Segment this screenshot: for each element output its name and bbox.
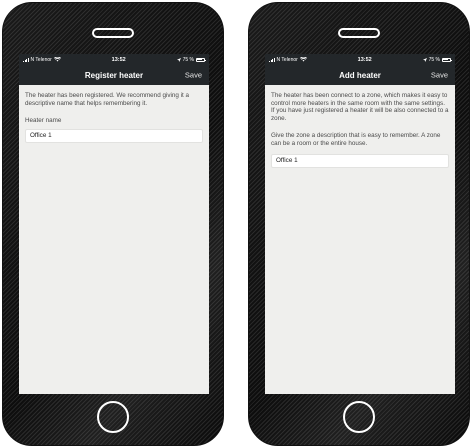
home-button[interactable] xyxy=(343,401,375,433)
wifi-icon xyxy=(53,57,61,62)
page-title: Register heater xyxy=(84,70,144,80)
zone-hint-text: Give the zone a description that is easy… xyxy=(271,132,441,147)
battery-icon xyxy=(195,57,206,62)
save-button[interactable]: Save xyxy=(185,71,202,80)
signal-icon xyxy=(23,57,29,62)
wifi-icon xyxy=(299,57,307,62)
navigation-bar: Add heater Save xyxy=(265,65,455,85)
zone-name-input[interactable] xyxy=(271,153,449,168)
phone-register-heater: N Telenor 13:52 75 % Register heater Sav… xyxy=(2,2,224,446)
screen: N Telenor 13:52 75 % Register heater Sav… xyxy=(19,54,209,394)
content: The heater has been connect to a zone, w… xyxy=(265,85,455,168)
home-button[interactable] xyxy=(97,401,129,433)
navigation-bar: Register heater Save xyxy=(19,65,209,85)
status-bar: N Telenor 13:52 75 % xyxy=(265,54,455,65)
heater-name-input[interactable] xyxy=(25,128,203,143)
save-button[interactable]: Save xyxy=(431,71,448,80)
battery-icon xyxy=(441,57,452,62)
speaker-grille xyxy=(338,28,380,38)
description-text: The heater has been registered. We recom… xyxy=(25,92,190,107)
status-time: 13:52 xyxy=(357,56,372,63)
battery-percent: 75 % xyxy=(428,56,440,63)
status-bar: N Telenor 13:52 75 % xyxy=(19,54,209,65)
carrier-label: N Telenor xyxy=(276,56,298,63)
location-icon xyxy=(422,57,427,62)
battery-percent: 75 % xyxy=(182,56,194,63)
location-icon xyxy=(176,57,181,62)
zone-info-text: The heater has been connect to a zone, w… xyxy=(271,92,449,122)
phone-add-heater: N Telenor 13:52 75 % Add heater Save The… xyxy=(248,2,470,446)
screen: N Telenor 13:52 75 % Add heater Save The… xyxy=(265,54,455,394)
speaker-grille xyxy=(92,28,134,38)
content: The heater has been registered. We recom… xyxy=(19,85,209,143)
carrier-label: N Telenor xyxy=(30,56,52,63)
page-title: Add heater xyxy=(339,70,381,80)
signal-icon xyxy=(269,57,275,62)
heater-name-label: Heater name xyxy=(25,117,62,125)
status-time: 13:52 xyxy=(111,56,126,63)
